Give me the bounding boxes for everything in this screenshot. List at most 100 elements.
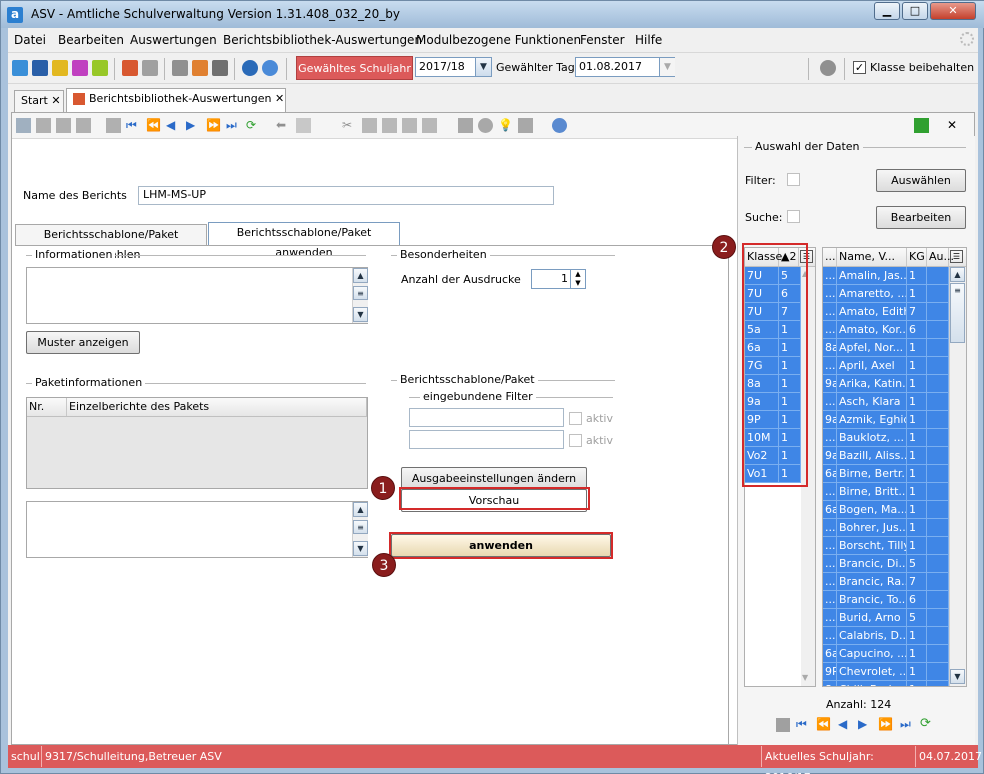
suche-checkbox[interactable] — [787, 210, 800, 223]
close-icon[interactable]: ✕ — [51, 94, 60, 107]
schueler-row[interactable]: 6aBogen, Ma...1 — [823, 501, 949, 519]
schueler-row[interactable]: 9aArika, Katin...1 — [823, 375, 949, 393]
decrement-icon[interactable]: ▼ — [570, 279, 585, 288]
menu-fenster[interactable]: Fenster — [580, 33, 625, 47]
scroll-thumb[interactable]: ≡ — [353, 286, 368, 300]
brush-icon[interactable] — [518, 118, 533, 133]
scroll-thumb[interactable]: ≡ — [950, 283, 965, 343]
informationen-textarea[interactable]: ▲ ≡ ▼ — [26, 267, 368, 324]
close-icon[interactable]: ✕ — [275, 92, 284, 105]
scrollbar[interactable]: ▲ ≡ ▼ — [949, 267, 966, 686]
scroll-up-icon[interactable]: ▲ — [353, 502, 368, 517]
help-icon[interactable] — [262, 60, 278, 76]
schueler-row[interactable]: ... Calabris, D... 1 — [823, 627, 949, 645]
schueler-row[interactable]: ... Brancic, To... 6 — [823, 591, 949, 609]
menu-datei[interactable]: Datei — [14, 33, 46, 47]
schueler-row[interactable]: 8aChili, Barb...1 — [823, 681, 949, 686]
schueler-row[interactable]: ... Bohrer, Jus... 1 — [823, 519, 949, 537]
disk-icon[interactable] — [478, 118, 493, 133]
paste-icon[interactable] — [382, 118, 397, 133]
column-chooser-icon[interactable]: ☰ — [950, 250, 963, 263]
stamp-icon[interactable] — [422, 118, 437, 133]
tab-start[interactable]: Start ✕ — [14, 90, 64, 112]
col-einzelberichte[interactable]: Einzelberichte des Pakets — [67, 398, 367, 416]
chat-icon[interactable] — [92, 60, 108, 76]
aktiv-checkbox-2[interactable] — [569, 434, 582, 447]
forward-icon[interactable]: ▶ — [858, 717, 867, 731]
schueler-row[interactable]: ... Asch, Klara 1 — [823, 393, 949, 411]
col-klasse-short[interactable]: ... — [823, 248, 837, 266]
server-icon[interactable] — [820, 60, 836, 76]
group-icon[interactable] — [52, 60, 68, 76]
info-icon[interactable] — [242, 60, 258, 76]
tab-schablone-auswaehlen[interactable]: Berichtsschablone/Paket auswählen — [15, 224, 207, 261]
aktiv-checkbox-1[interactable] — [569, 412, 582, 425]
forward-icon[interactable]: ▶ — [186, 118, 201, 133]
arrow-left-icon[interactable]: ⬅ — [276, 118, 291, 133]
schueler-row[interactable]: ... Burid, Arno 5 — [823, 609, 949, 627]
schueler-row[interactable]: ... Brancic, Di... 5 — [823, 555, 949, 573]
new-document-icon[interactable] — [296, 118, 311, 133]
increment-icon[interactable]: ▲ — [570, 270, 585, 279]
scroll-up-icon[interactable]: ▲ — [950, 267, 965, 282]
back-icon[interactable]: ◀ — [838, 717, 847, 731]
first-icon[interactable]: ⏮ — [126, 118, 141, 133]
report-name-field[interactable]: LHM-MS-UP — [138, 186, 554, 205]
schueler-row[interactable]: ... Amalin, Jas... 1 — [823, 267, 949, 285]
schueler-row[interactable]: ... Amato, Edith 7 — [823, 303, 949, 321]
calendar-icon[interactable] — [76, 118, 91, 133]
scroll-down-icon[interactable]: ▼ — [950, 669, 965, 684]
fast-back-icon[interactable]: ⏪ — [816, 717, 831, 731]
copy-icon[interactable] — [362, 118, 377, 133]
schueler-row[interactable]: 9aBazill, Aliss...1 — [823, 447, 949, 465]
last-icon[interactable]: ⏭ — [226, 118, 241, 133]
undo-icon[interactable] — [36, 118, 51, 133]
save-icon[interactable] — [16, 118, 31, 133]
maximize-button[interactable]: □ — [902, 2, 928, 20]
schueler-row[interactable]: 6aCapucino, ...1 — [823, 645, 949, 663]
close-window-button[interactable]: ✕ — [930, 2, 976, 20]
clipboard-icon[interactable] — [402, 118, 417, 133]
menu-bearbeiten[interactable]: Bearbeiten — [58, 33, 124, 47]
scroll-thumb[interactable]: ≡ — [353, 520, 368, 534]
tag-date-field[interactable]: 01.08.2017 ▼ — [575, 57, 675, 77]
help-icon[interactable] — [552, 118, 567, 133]
schueler-row[interactable]: ... Amato, Kor... 6 — [823, 321, 949, 339]
schueler-row[interactable]: ... Borscht, Tilly 1 — [823, 537, 949, 555]
scrollbar[interactable]: ▲ ≡ ▼ — [352, 502, 368, 557]
col-name[interactable]: Name, V... ▲ — [837, 248, 907, 281]
stack-icon[interactable] — [776, 718, 790, 732]
copy-icon[interactable] — [172, 60, 188, 76]
people-icon[interactable] — [12, 60, 28, 76]
chevron-down-icon[interactable]: ▼ — [659, 58, 675, 76]
delete-icon[interactable] — [56, 118, 71, 133]
schueler-row[interactable]: ... Brancic, Ra... 7 — [823, 573, 949, 591]
schueler-row[interactable]: ... Birne, Britt... 1 — [823, 483, 949, 501]
schueler-row[interactable]: 8aApfel, Nor...1 — [823, 339, 949, 357]
tab-schablone-anwenden[interactable]: Berichtsschablone/Paket anwenden — [208, 222, 400, 259]
last-icon[interactable]: ⏭ — [900, 717, 911, 732]
minimize-button[interactable]: ▁ — [874, 2, 900, 20]
chevron-down-icon[interactable]: ▼ — [475, 58, 491, 76]
id-card-icon[interactable] — [32, 60, 48, 76]
fast-forward-icon[interactable]: ⏩ — [206, 118, 221, 133]
filter-field-2[interactable] — [409, 430, 564, 449]
lightbulb-icon[interactable]: 💡 — [498, 118, 513, 133]
tab-berichtsbibliothek[interactable]: Berichtsbibliothek-Auswertungen ✕ — [66, 88, 286, 112]
scroll-up-icon[interactable]: ▲ — [353, 268, 368, 283]
col-au[interactable]: Au... — [927, 248, 954, 266]
fast-forward-icon[interactable]: ⏩ — [878, 717, 893, 731]
filter-checkbox[interactable] — [787, 173, 800, 186]
schueler-row[interactable]: 6aBirne, Bertr...1 — [823, 465, 949, 483]
schuljahr-select[interactable]: 2017/18 ▼ — [415, 57, 492, 77]
refresh-icon[interactable]: ⟳ — [246, 118, 261, 133]
first-icon[interactable]: ⏮ — [796, 717, 807, 732]
book-icon[interactable] — [122, 60, 138, 76]
menu-modulbezogene-funktionen[interactable]: Modulbezogene Funktionen — [416, 33, 581, 47]
col-nr[interactable]: Nr. — [27, 398, 67, 416]
lightning-icon[interactable] — [212, 60, 228, 76]
stack-icon[interactable] — [106, 118, 121, 133]
schueler-row[interactable]: 9aAzmik, Eghid1 — [823, 411, 949, 429]
scroll-down-icon[interactable]: ▼ — [802, 673, 808, 682]
filter-field-1[interactable] — [409, 408, 564, 427]
